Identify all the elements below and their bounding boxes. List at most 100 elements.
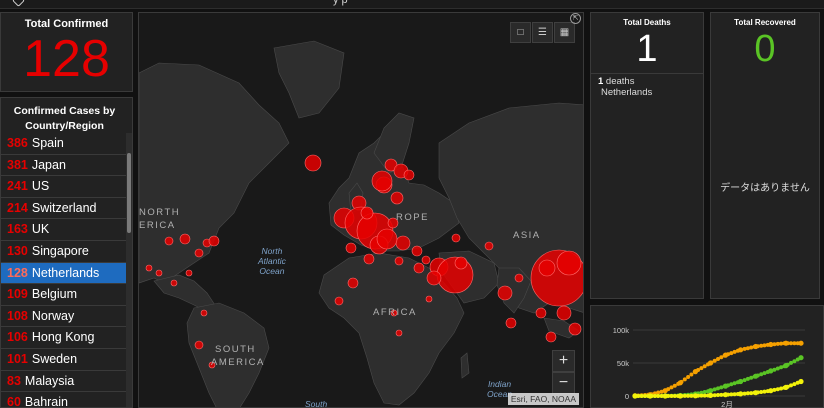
scroll-thumb[interactable] bbox=[127, 153, 131, 233]
chart-line-series-2 bbox=[789, 383, 793, 388]
chart-line-series-2 bbox=[779, 386, 784, 391]
map-attribution[interactable]: Esri, FAO, NOAA bbox=[507, 393, 579, 405]
bookmark-icon[interactable]: □ bbox=[510, 22, 531, 43]
country-row-us[interactable]: 241 US bbox=[1, 176, 128, 198]
country-row-norway[interactable]: 108 Norway bbox=[1, 306, 128, 328]
country-name: Netherlands bbox=[31, 265, 100, 280]
case-marker[interactable] bbox=[347, 277, 359, 289]
country-count: 109 bbox=[7, 287, 28, 302]
chart-line-series-0 bbox=[739, 347, 744, 352]
case-marker[interactable] bbox=[425, 295, 433, 303]
case-marker[interactable] bbox=[556, 305, 572, 321]
case-marker[interactable] bbox=[411, 245, 423, 257]
case-marker[interactable] bbox=[497, 285, 513, 301]
case-marker[interactable] bbox=[556, 250, 582, 276]
case-marker[interactable] bbox=[334, 296, 344, 306]
case-marker[interactable] bbox=[568, 322, 582, 336]
chart-line-series-1 bbox=[755, 373, 760, 378]
case-marker[interactable] bbox=[505, 317, 517, 329]
deaths-detail-unit: deaths bbox=[603, 76, 635, 87]
country-row-uk[interactable]: 163 UK bbox=[1, 219, 128, 241]
country-name: Norway bbox=[31, 308, 75, 323]
chart-line-series-2 bbox=[772, 387, 777, 392]
zoom-out-button[interactable]: − bbox=[552, 372, 575, 394]
case-marker[interactable] bbox=[170, 279, 178, 287]
country-row-malaysia[interactable]: 83 Malaysia bbox=[1, 371, 128, 393]
case-marker[interactable] bbox=[179, 233, 191, 245]
country-row-bahrain[interactable]: 60 Bahrain bbox=[1, 392, 128, 408]
case-marker[interactable] bbox=[403, 169, 415, 181]
logo-icon bbox=[12, 0, 25, 7]
country-row-japan[interactable]: 381 Japan bbox=[1, 155, 128, 177]
total-recovered-panel: Total Recovered 0 データはありません bbox=[710, 12, 820, 299]
case-marker[interactable] bbox=[421, 255, 431, 265]
case-marker[interactable] bbox=[155, 269, 163, 277]
country-row-netherlands[interactable]: 128 Netherlands bbox=[1, 262, 128, 285]
country-list-panel: Confirmed Cases by Country/Region 386 Spa… bbox=[0, 97, 133, 408]
country-count: 241 bbox=[7, 179, 28, 194]
chart-line-series-2 bbox=[755, 390, 760, 395]
country-row-switzerland[interactable]: 214 Switzerland bbox=[1, 198, 128, 220]
case-marker[interactable] bbox=[200, 309, 208, 317]
zoom-in-button[interactable]: + bbox=[552, 350, 575, 372]
expand-icon[interactable]: ⇱ bbox=[570, 13, 581, 24]
country-row-sweden[interactable]: 101 Sweden bbox=[1, 349, 128, 371]
case-marker[interactable] bbox=[535, 307, 547, 319]
country-row-hong-kong[interactable]: 106 Hong Kong bbox=[1, 327, 128, 349]
case-marker[interactable] bbox=[514, 273, 524, 283]
case-marker[interactable] bbox=[164, 236, 174, 246]
country-name: Malaysia bbox=[24, 373, 75, 388]
map-panel[interactable]: NORTH ERICA ROPE ASIA AFRICA SOUTH AMERI… bbox=[138, 12, 584, 408]
case-marker[interactable] bbox=[304, 154, 322, 172]
case-marker[interactable] bbox=[451, 233, 461, 243]
chart-line-series-0 bbox=[679, 379, 684, 384]
case-marker[interactable] bbox=[360, 206, 374, 220]
grid-icon[interactable]: ▦ bbox=[554, 22, 575, 43]
world-map[interactable] bbox=[139, 13, 584, 408]
chart-y-tick-label: 50k bbox=[617, 359, 629, 368]
ocean-label-north-atlantic: North Atlantic Ocean bbox=[258, 246, 286, 276]
case-marker[interactable] bbox=[194, 248, 204, 258]
map-label-africa: AFRICA bbox=[373, 307, 417, 318]
country-count: 60 bbox=[7, 395, 21, 408]
country-row-belgium[interactable]: 109 Belgium bbox=[1, 284, 128, 306]
case-marker[interactable] bbox=[454, 256, 468, 270]
recovered-no-data: データはありません bbox=[720, 183, 810, 194]
deaths-detail: 1 deaths Netherlands bbox=[591, 73, 703, 98]
country-name: Belgium bbox=[31, 287, 78, 302]
country-list-scrollbar[interactable] bbox=[126, 133, 132, 407]
country-count: 163 bbox=[7, 222, 28, 237]
case-marker[interactable] bbox=[371, 170, 393, 192]
landmass-madagascar bbox=[460, 352, 470, 379]
country-row-spain[interactable]: 386 Spain bbox=[1, 133, 128, 155]
country-row-singapore[interactable]: 130 Singapore bbox=[1, 241, 128, 263]
case-marker[interactable] bbox=[390, 191, 404, 205]
total-confirmed-label: Total Confirmed bbox=[24, 18, 109, 30]
case-marker[interactable] bbox=[376, 228, 398, 250]
zoom-controls: + − bbox=[552, 350, 575, 394]
case-marker[interactable] bbox=[194, 340, 204, 350]
case-marker[interactable] bbox=[395, 329, 403, 337]
list-icon[interactable]: ☰ bbox=[532, 22, 553, 43]
chart-line-series-1 bbox=[722, 384, 727, 389]
total-deaths-value: 1 bbox=[636, 28, 658, 70]
case-marker[interactable] bbox=[145, 264, 153, 272]
chart-line-series-1 bbox=[789, 360, 793, 365]
case-marker[interactable] bbox=[208, 235, 220, 247]
country-name: UK bbox=[31, 222, 50, 237]
case-marker[interactable] bbox=[363, 253, 375, 265]
chart-line-series-0 bbox=[656, 390, 661, 395]
case-marker[interactable] bbox=[394, 256, 404, 266]
country-count: 106 bbox=[7, 330, 28, 345]
case-marker[interactable] bbox=[345, 242, 357, 254]
case-marker[interactable] bbox=[545, 331, 557, 343]
case-marker[interactable] bbox=[185, 269, 193, 277]
country-name: Sweden bbox=[31, 351, 78, 366]
country-name: US bbox=[31, 179, 50, 194]
case-marker[interactable] bbox=[538, 259, 556, 277]
case-marker[interactable] bbox=[413, 262, 425, 274]
country-count: 83 bbox=[7, 373, 21, 388]
case-marker[interactable] bbox=[426, 270, 442, 286]
case-marker[interactable] bbox=[395, 235, 411, 251]
case-marker[interactable] bbox=[484, 241, 494, 251]
